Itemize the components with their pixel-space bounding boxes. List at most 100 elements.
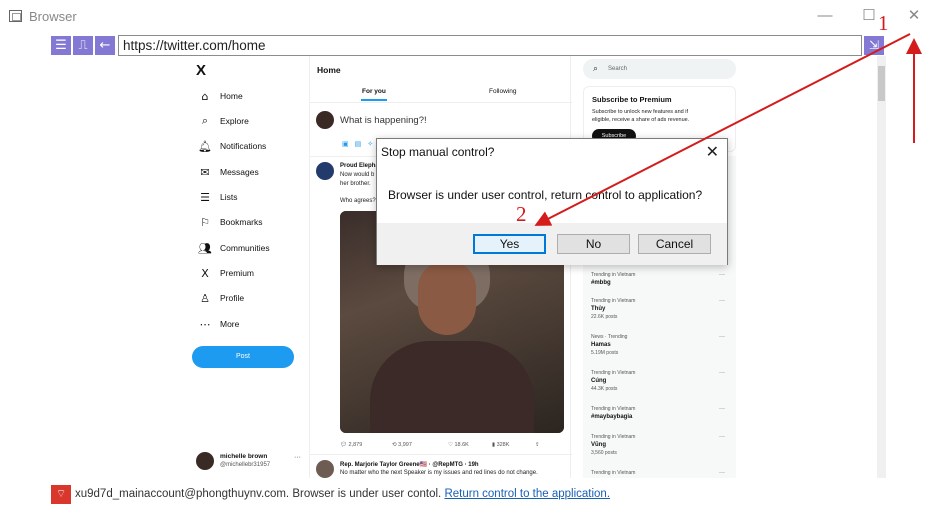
browser-window: Browser — ☐ ✕ ☰ ⎍ ← https://twitter.com/… bbox=[0, 0, 933, 510]
trend-posts: 3,560 posts bbox=[591, 450, 617, 456]
avatar[interactable] bbox=[316, 162, 334, 180]
tab-following[interactable]: Following bbox=[489, 88, 516, 95]
compose-input[interactable]: What is happening?! bbox=[340, 115, 427, 126]
more-icon[interactable]: ··· bbox=[719, 470, 725, 476]
nav-bookmarks-label: Bookmarks bbox=[220, 217, 263, 227]
reply-count[interactable]: 💬︎ 2,879 bbox=[340, 442, 362, 448]
no-button[interactable]: No bbox=[557, 234, 630, 254]
scrollbar-thumb[interactable] bbox=[878, 66, 885, 101]
minimize-button[interactable]: — bbox=[814, 6, 836, 26]
nav-more-label: More bbox=[220, 319, 240, 329]
nav-profile-label: Profile bbox=[220, 293, 245, 303]
app-window-icon bbox=[9, 10, 22, 22]
maximize-button[interactable]: ☐ bbox=[858, 6, 880, 26]
nav-notifications[interactable]: 🔔︎ Notifications bbox=[198, 137, 266, 155]
trend-item[interactable]: Trending in Vietnam Cúng 44.3K posts ··· bbox=[591, 370, 731, 392]
trend-item[interactable]: Trending in Vietnam ··· bbox=[591, 470, 731, 476]
route-icon[interactable]: ⎍ bbox=[73, 36, 93, 55]
search-input[interactable]: ⌕ Search bbox=[583, 59, 736, 79]
divider bbox=[310, 454, 572, 455]
premium-description: Subscribe to unlock new features and if bbox=[592, 109, 689, 115]
bookmark-icon: ⚐ bbox=[200, 215, 210, 229]
search-icon: ⌕ bbox=[593, 63, 599, 73]
trend-context: Trending in Vietnam bbox=[591, 406, 636, 412]
nav-communities[interactable]: 👥︎ Communities bbox=[198, 239, 270, 257]
more-icon[interactable]: ··· bbox=[719, 406, 725, 412]
trend-item[interactable]: Trending in Vietnam #mbbg ··· bbox=[591, 272, 731, 286]
account-switcher[interactable]: michelle brown @michellebr31957 ··· bbox=[196, 450, 308, 472]
trend-posts: 5.19M posts bbox=[591, 350, 619, 356]
search-icon: ⌕ bbox=[201, 114, 209, 127]
nav-lists[interactable]: ☰ Lists bbox=[198, 188, 237, 206]
more-icon[interactable]: ··· bbox=[719, 272, 725, 278]
status-bar: ⌔ xu9d7d_mainaccount@phongthuynv.com. Br… bbox=[0, 483, 933, 505]
annotation-number-2: 2 bbox=[516, 202, 527, 226]
vertical-scrollbar[interactable] bbox=[877, 56, 886, 478]
trend-item[interactable]: Trending in Vietnam Thủy 22.6K posts ··· bbox=[591, 298, 731, 320]
nav-explore[interactable]: ⌕ Explore bbox=[198, 112, 249, 130]
trend-posts: 22.6K posts bbox=[591, 314, 618, 320]
expand-icon[interactable]: ⇲ bbox=[864, 36, 884, 55]
more-icon[interactable]: ··· bbox=[719, 370, 725, 376]
more-icon[interactable]: ··· bbox=[294, 454, 301, 461]
trend-item[interactable]: News · Trending Hamas 5.19M posts ··· bbox=[591, 334, 731, 356]
status-text: xu9d7d_mainaccount@phongthuynv.com. Brow… bbox=[75, 488, 610, 500]
post-text-line: Now would b bbox=[340, 172, 375, 178]
status-message: xu9d7d_mainaccount@phongthuynv.com. Brow… bbox=[75, 488, 445, 500]
title-bar: Browser — ☐ ✕ bbox=[0, 0, 933, 32]
wifi-icon: ⌔ bbox=[51, 485, 71, 504]
back-arrow-icon[interactable]: ← bbox=[95, 36, 115, 55]
photo-body bbox=[370, 341, 534, 433]
nav-lists-label: Lists bbox=[220, 192, 238, 202]
trend-item[interactable]: Trending in Vietnam Vũng 3,560 posts ··· bbox=[591, 434, 731, 456]
tab-for-you[interactable]: For you bbox=[362, 88, 386, 95]
timeline: Home For you Following What is happening… bbox=[309, 56, 572, 478]
trend-context: Trending in Vietnam bbox=[591, 470, 636, 476]
trend-item[interactable]: Trending in Vietnam #maybaybagia ··· bbox=[591, 406, 731, 420]
twitter-sidebar: X ⌂ Home ⌕ Explore 🔔︎ Notifications ✉ Me… bbox=[191, 56, 309, 478]
dialog-title: Stop manual control? bbox=[381, 145, 495, 159]
avatar bbox=[316, 111, 334, 129]
more-icon[interactable]: ··· bbox=[719, 298, 725, 304]
nav-messages-label: Messages bbox=[220, 167, 259, 177]
divider bbox=[310, 102, 572, 103]
nav-messages[interactable]: ✉ Messages bbox=[198, 163, 259, 181]
window-title: Browser bbox=[29, 9, 77, 24]
nav-home[interactable]: ⌂ Home bbox=[198, 87, 243, 105]
nav-bookmarks[interactable]: ⚐ Bookmarks bbox=[198, 213, 263, 231]
bell-icon: 🔔︎ bbox=[198, 139, 212, 153]
yes-button[interactable]: Yes bbox=[473, 234, 546, 254]
close-window-button[interactable]: ✕ bbox=[903, 6, 925, 26]
nav-profile[interactable]: ♙ Profile bbox=[198, 289, 244, 307]
retweet-count[interactable]: ⟲ 3,997 bbox=[392, 442, 412, 448]
more-icon[interactable]: ··· bbox=[719, 434, 725, 440]
avatar[interactable] bbox=[316, 460, 334, 478]
annotation-number-1: 1 bbox=[878, 11, 889, 35]
post-author[interactable]: Rep. Marjorie Taylor Greene🇺🇸 · @RepMTG … bbox=[340, 461, 479, 468]
trend-context: Trending in Vietnam bbox=[591, 298, 636, 304]
post-text-line: No matter who the next Speaker is my iss… bbox=[340, 470, 538, 476]
like-count[interactable]: ♡ 18.6K bbox=[448, 442, 469, 448]
view-count[interactable]: ▮ 328K bbox=[492, 442, 509, 448]
close-icon[interactable]: ✕ bbox=[706, 142, 719, 162]
menu-icon[interactable]: ☰ bbox=[51, 36, 71, 55]
address-bar[interactable]: https://twitter.com/home bbox=[118, 35, 862, 56]
cancel-button[interactable]: Cancel bbox=[638, 234, 711, 254]
photo-face bbox=[418, 261, 476, 335]
x-logo-icon[interactable]: X bbox=[196, 62, 206, 79]
post-button[interactable]: Post bbox=[192, 346, 294, 368]
nav-more[interactable]: ⋯ More bbox=[198, 315, 240, 333]
account-name: michelle brown bbox=[220, 453, 268, 460]
web-viewport: X ⌂ Home ⌕ Explore 🔔︎ Notifications ✉ Me… bbox=[191, 56, 886, 478]
nav-premium[interactable]: X Premium bbox=[198, 264, 254, 282]
nav-explore-label: Explore bbox=[220, 116, 249, 126]
more-icon[interactable]: ··· bbox=[719, 334, 725, 340]
return-control-link[interactable]: Return control to the application. bbox=[444, 488, 610, 500]
post-text-line: her brother. bbox=[340, 181, 371, 187]
trend-context: Trending in Vietnam bbox=[591, 434, 636, 440]
avatar bbox=[196, 452, 214, 470]
home-icon: ⌂ bbox=[201, 89, 209, 103]
stop-manual-control-dialog: Stop manual control? ✕ Browser is under … bbox=[376, 138, 728, 265]
trend-name: Hamas bbox=[591, 342, 611, 348]
share-icon[interactable]: ⇪ bbox=[535, 442, 540, 448]
